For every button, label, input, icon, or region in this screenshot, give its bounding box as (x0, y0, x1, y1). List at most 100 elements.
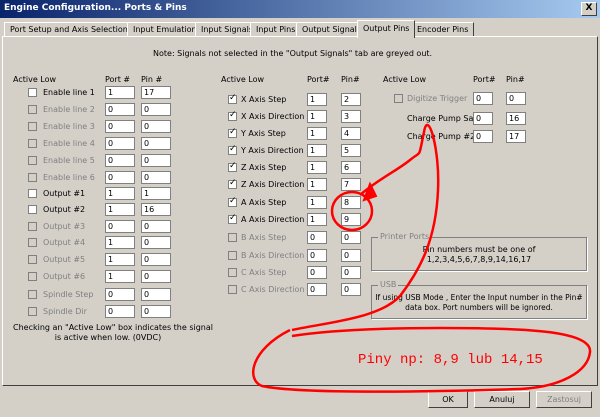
col2-row-active-low-checkbox[interactable] (228, 110, 237, 121)
col1-row-port-field[interactable]: 1 (105, 187, 135, 200)
col1-row-active-low-checkbox[interactable] (28, 122, 37, 131)
col1-row-port-field[interactable]: 0 (105, 171, 135, 184)
col1-row-port-field[interactable]: 1 (105, 270, 135, 283)
col1-row-port-field[interactable]: 1 (105, 253, 135, 266)
col2-row-active-low-checkbox[interactable] (228, 251, 237, 260)
col2-row-pin-field[interactable]: 0 (341, 283, 361, 296)
col1-row-pin-field[interactable]: 0 (141, 220, 171, 233)
col2-row-pin-field[interactable]: 0 (341, 249, 361, 262)
col2-row-pin-field[interactable]: 3 (341, 110, 361, 123)
col1-row-port-field[interactable]: 1 (105, 236, 135, 249)
tab-input-pins[interactable]: Input Pins (250, 22, 302, 37)
col2-row-port-field[interactable]: 1 (307, 144, 327, 157)
col3-row-port-field[interactable]: 0 (473, 112, 493, 125)
col1-row-active-low-checkbox[interactable] (28, 238, 37, 247)
col1-row-pin-field[interactable]: 0 (141, 103, 171, 116)
col2-row-active-low-checkbox[interactable] (228, 178, 237, 189)
col1-row-signal-label: Enable line 2 (43, 105, 95, 114)
col1-row-active-low-checkbox[interactable] (28, 272, 37, 281)
col3-row-port-field[interactable]: 0 (473, 92, 493, 105)
col3-row-pin-field[interactable]: 0 (506, 92, 526, 105)
col1-row-pin-field[interactable]: 1 (141, 187, 171, 200)
col1-row-port-field[interactable]: 0 (105, 220, 135, 233)
col2-row-port-field[interactable]: 0 (307, 249, 327, 262)
col2-row-port-field[interactable]: 1 (307, 196, 327, 209)
tab-port-setup[interactable]: Port Setup and Axis Selection (4, 22, 134, 37)
col2-row-pin-field[interactable]: 7 (341, 178, 361, 191)
col2-row-active-low-checkbox[interactable] (228, 93, 237, 104)
col1-row-port-field[interactable]: 0 (105, 154, 135, 167)
col2-row-port-field[interactable]: 1 (307, 110, 327, 123)
col2-row-port-field[interactable]: 0 (307, 231, 327, 244)
col2-row-signal-label: A Axis Direction (241, 215, 305, 224)
col2-row-pin-field[interactable]: 9 (341, 213, 361, 226)
tab-input-emulation[interactable]: Input Emulation (127, 22, 203, 37)
col2-row-active-low-checkbox[interactable] (228, 144, 237, 155)
col3-row-active-low-checkbox[interactable] (394, 94, 403, 103)
col1-row-pin-field[interactable]: 0 (141, 288, 171, 301)
col1-row-pin-field[interactable]: 0 (141, 137, 171, 150)
col1-row-port-field[interactable]: 0 (105, 288, 135, 301)
col1-row-pin-field[interactable]: 17 (141, 86, 171, 99)
col1-row-port-field[interactable]: 0 (105, 120, 135, 133)
col1-row-pin-field[interactable]: 0 (141, 171, 171, 184)
col1-row-active-low-checkbox[interactable] (28, 189, 37, 198)
col3-row-port-field[interactable]: 0 (473, 130, 493, 143)
close-button[interactable]: X (581, 2, 597, 16)
col2-row-pin-field[interactable]: 0 (341, 231, 361, 244)
col2-active-low-header: Active Low (221, 75, 265, 84)
col1-row-pin-field[interactable]: 0 (141, 236, 171, 249)
tab-encoder-pins[interactable]: Encoder Pins (411, 22, 475, 37)
col1-row-active-low-checkbox[interactable] (28, 255, 37, 264)
col1-row-active-low-checkbox[interactable] (28, 222, 37, 231)
col2-row-active-low-checkbox[interactable] (228, 233, 237, 242)
col1-row-active-low-checkbox[interactable] (28, 156, 37, 165)
col1-row-active-low-checkbox[interactable] (28, 139, 37, 148)
col2-row-pin-field[interactable]: 0 (341, 266, 361, 279)
col1-row-active-low-checkbox[interactable] (28, 88, 37, 97)
col2-row-pin-field[interactable]: 5 (341, 144, 361, 157)
col2-row-active-low-checkbox[interactable] (228, 213, 237, 224)
engine-config-window: Engine Configuration... Ports & Pins X P… (0, 0, 600, 417)
cancel-button[interactable]: Anuluj (474, 391, 530, 408)
col1-row-active-low-checkbox[interactable] (28, 290, 37, 299)
col1-row-port-field[interactable]: 1 (105, 203, 135, 216)
col1-row-pin-field[interactable]: 0 (141, 154, 171, 167)
col2-row-active-low-checkbox[interactable] (228, 127, 237, 138)
col1-row-pin-field[interactable]: 16 (141, 203, 171, 216)
col1-row-pin-field[interactable]: 0 (141, 120, 171, 133)
col2-row-port-field[interactable]: 1 (307, 93, 327, 106)
col2-row-active-low-checkbox[interactable] (228, 161, 237, 172)
col1-row-active-low-checkbox[interactable] (28, 205, 37, 214)
col2-row-active-low-checkbox[interactable] (228, 285, 237, 294)
col3-row-pin-field[interactable]: 16 (506, 112, 526, 125)
col2-row-port-field[interactable]: 0 (307, 266, 327, 279)
col2-row-active-low-checkbox[interactable] (228, 268, 237, 277)
col1-row-pin-field[interactable]: 0 (141, 305, 171, 318)
col2-row-active-low-checkbox[interactable] (228, 196, 237, 207)
col1-row-active-low-checkbox[interactable] (28, 307, 37, 316)
col2-row-port-field[interactable]: 1 (307, 127, 327, 140)
col2-row-pin-field[interactable]: 4 (341, 127, 361, 140)
col1-row-pin-field[interactable]: 0 (141, 253, 171, 266)
col1-row-port-field[interactable]: 0 (105, 305, 135, 318)
col2-row-port-field[interactable]: 1 (307, 178, 327, 191)
col1-row-active-low-checkbox[interactable] (28, 105, 37, 114)
col1-row-pin-field[interactable]: 0 (141, 270, 171, 283)
col2-row-port-field[interactable]: 0 (307, 283, 327, 296)
col1-row-port-field[interactable]: 0 (105, 137, 135, 150)
col2-row-pin-field[interactable]: 6 (341, 161, 361, 174)
col1-row-active-low-checkbox[interactable] (28, 173, 37, 182)
col2-row-port-field[interactable]: 1 (307, 213, 327, 226)
col2-row-pin-field[interactable]: 8 (341, 196, 361, 209)
apply-button[interactable]: Zastosuj (536, 391, 592, 408)
tab-output-pins[interactable]: Output Pins (357, 20, 416, 38)
col2-row-pin-field[interactable]: 2 (341, 93, 361, 106)
col3-row-pin-field[interactable]: 17 (506, 130, 526, 143)
col1-row-port-field[interactable]: 0 (105, 103, 135, 116)
col2-row-signal-label: Y Axis Direction (241, 146, 304, 155)
col1-row-port-field[interactable]: 1 (105, 86, 135, 99)
ok-button[interactable]: OK (428, 391, 468, 408)
col2-row-port-field[interactable]: 1 (307, 161, 327, 174)
col2-pin-header: Pin# (341, 75, 360, 84)
